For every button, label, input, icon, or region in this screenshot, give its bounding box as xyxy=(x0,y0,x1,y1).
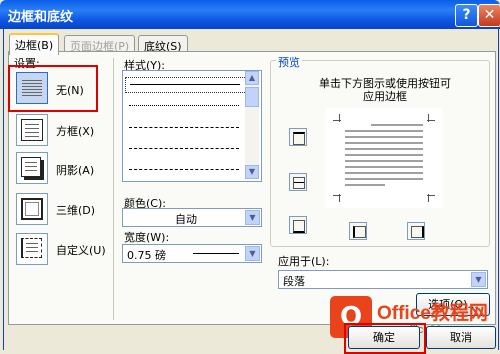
border-left-button[interactable] xyxy=(349,222,367,240)
highlight-box-none xyxy=(8,65,98,112)
setting-custom-label[interactable]: 自定义(U) xyxy=(56,242,106,258)
setting-3d-button[interactable] xyxy=(16,193,48,225)
border-shadow-icon xyxy=(21,157,41,177)
border-right-button[interactable] xyxy=(407,222,425,240)
style-option-dash-large[interactable] xyxy=(129,148,239,149)
apply-to-value: 段落 xyxy=(283,275,305,288)
tab-borders[interactable]: 边框(B) xyxy=(9,33,60,55)
border-3d-icon xyxy=(21,198,43,220)
chevron-down-icon[interactable]: ▼ xyxy=(245,210,260,225)
border-box-icon xyxy=(21,119,43,141)
highlight-box-ok xyxy=(344,323,426,354)
setting-box-button[interactable] xyxy=(16,114,48,146)
setting-custom-button[interactable] xyxy=(16,233,48,265)
style-option-solid[interactable] xyxy=(125,77,247,93)
preview-hint-2: 应用边框 xyxy=(363,90,407,103)
border-top-button[interactable] xyxy=(289,128,307,146)
border-bottom-button[interactable] xyxy=(289,216,307,234)
scroll-thumb[interactable] xyxy=(245,87,259,107)
watermark-title: Office教程网 xyxy=(377,303,488,324)
width-select[interactable]: 0.75 磅 ▼ xyxy=(122,244,262,263)
scroll-down-icon[interactable]: ▼ xyxy=(245,165,259,179)
style-option-dash-small[interactable] xyxy=(129,127,239,128)
chevron-down-icon[interactable]: ▼ xyxy=(245,246,260,261)
color-value: 自动 xyxy=(175,213,197,226)
apply-to-label: 应用于(L): xyxy=(278,255,330,268)
scroll-up-icon[interactable]: ▲ xyxy=(245,71,259,85)
setting-box-label[interactable]: 方框(X) xyxy=(56,123,94,139)
border-left-icon xyxy=(353,226,366,238)
help-button[interactable]: ? xyxy=(455,4,478,27)
setting-3d-label[interactable]: 三维(D) xyxy=(56,202,95,218)
cancel-button[interactable]: 取消 xyxy=(426,326,496,349)
dialog-title: 边框和底纹 xyxy=(8,10,74,25)
style-scrollbar[interactable]: ▲ ▼ xyxy=(245,71,259,179)
chevron-down-icon[interactable]: ▼ xyxy=(471,272,486,287)
preview-diagram[interactable] xyxy=(325,108,443,208)
border-right-icon xyxy=(411,226,424,238)
style-listbox[interactable] xyxy=(122,70,262,182)
border-inside-horizontal-button[interactable] xyxy=(289,173,307,191)
border-custom-icon xyxy=(21,238,42,258)
border-top-icon xyxy=(293,132,305,145)
width-value: 0.75 磅 xyxy=(127,249,166,262)
title-bar xyxy=(0,0,500,29)
setting-shadow-label[interactable]: 阴影(A) xyxy=(56,162,94,178)
width-sample-line xyxy=(193,253,239,254)
style-option-dotted[interactable] xyxy=(129,105,239,106)
divider xyxy=(113,58,114,320)
width-label: 宽度(W): xyxy=(124,231,170,244)
color-select[interactable]: 自动 ▼ xyxy=(122,208,262,227)
preview-label: 预览 xyxy=(276,54,302,70)
border-inside-horizontal-icon xyxy=(293,177,305,189)
setting-shadow-button[interactable] xyxy=(16,152,48,184)
apply-to-select[interactable]: 段落 ▼ xyxy=(278,270,488,289)
style-option-dash-dot[interactable] xyxy=(129,169,239,170)
close-button[interactable]: ✕ xyxy=(478,4,500,27)
border-bottom-icon xyxy=(293,220,305,233)
